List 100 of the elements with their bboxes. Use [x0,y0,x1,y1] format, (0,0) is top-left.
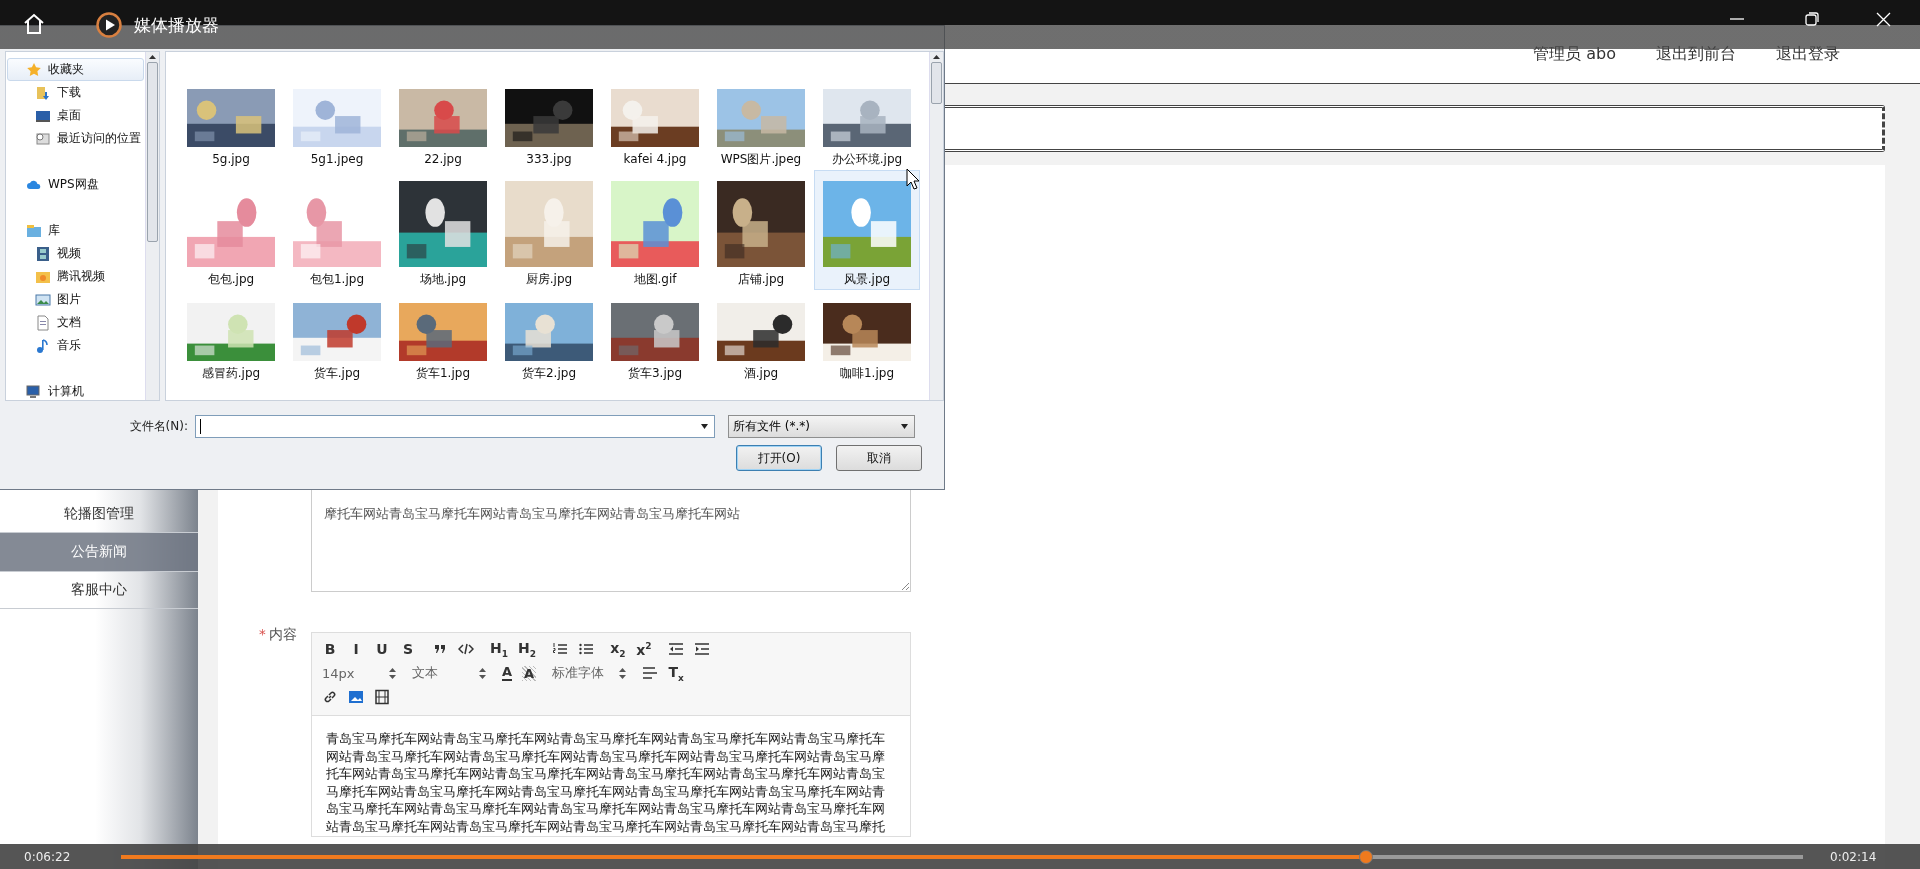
sidebar-item[interactable]: 客服中心 [0,572,198,609]
file-item[interactable]: 地图.gif [602,170,708,290]
resize-grip-icon [901,582,909,590]
file-name: 厨房.jpg [525,271,573,288]
file-item[interactable]: 包包1.jpg [284,170,390,290]
format-button[interactable]: x$_{2}$ [609,639,626,659]
format-button[interactable]: H$_{1}$ [490,639,508,659]
nav-item[interactable]: 下载 [7,81,144,104]
file-name: 包包1.jpg [310,271,364,288]
align-left-icon[interactable] [642,665,659,681]
image-icon[interactable] [348,689,364,705]
link-icon[interactable] [322,689,338,705]
numbered-list-icon[interactable] [551,641,568,657]
nav-label: 音乐 [57,337,81,354]
file-name: 货车2.jpg [522,365,576,382]
rich-text-editor[interactable] [311,632,911,837]
file-item[interactable]: 办公环境.jpg [814,76,920,170]
restore-icon[interactable] [1805,12,1819,26]
header-link[interactable]: 退出登录 [1776,43,1840,65]
file-item[interactable]: 场地.jpg [390,170,496,290]
film-icon[interactable] [374,689,390,705]
format-button[interactable]: S [400,641,416,657]
nav-item[interactable]: 最近访问的位置 [7,127,144,150]
file-name: 办公环境.jpg [831,151,903,168]
header-link[interactable]: 管理员 abo [1533,43,1616,65]
computer-icon [26,383,42,400]
file-item[interactable]: 22.jpg [390,76,496,170]
outdent-icon[interactable] [667,641,684,657]
format-button[interactable]: T$_{x}$ [668,663,685,683]
format-select[interactable]: 文本 [412,664,486,682]
file-name: 货车3.jpg [628,365,682,382]
filename-field[interactable] [195,415,715,438]
file-item[interactable]: 5g.jpg [178,76,284,170]
file-item[interactable]: 333.jpg [496,76,602,170]
nav-item[interactable]: WPS网盘 [7,173,144,196]
dialog-button[interactable]: 取消 [836,445,922,471]
indent-icon[interactable] [693,641,710,657]
nav-item[interactable]: 库 [7,219,144,242]
close-icon[interactable] [1876,12,1891,27]
nav-label: 库 [48,222,60,239]
font-color-button[interactable]: A [502,665,513,681]
scrollbar-thumb[interactable] [147,62,158,242]
file-item[interactable]: 包包.jpg [178,170,284,290]
format-button[interactable]: H$_{2}$ [518,639,536,659]
nav-item[interactable]: 视频 [7,242,144,265]
file-type-dropdown[interactable]: 所有文件 (*.*) [728,415,915,438]
nav-item[interactable]: 计算机 [7,380,144,403]
file-name: 22.jpg [424,151,462,168]
format-select[interactable]: 标准字体 [552,664,627,682]
format-button[interactable]: I [348,641,364,657]
scroll-up-icon[interactable] [933,55,940,59]
file-name: 感冒药.jpg [201,365,261,382]
nav-label: 最近访问的位置 [57,130,141,147]
format-select[interactable]: 14px [322,665,396,681]
nav-item[interactable]: 音乐 [7,334,144,357]
format-button[interactable]: U [374,641,390,657]
nav-item[interactable]: 文档 [7,311,144,334]
file-item[interactable]: 感冒药.jpg [178,290,284,384]
file-name: 包包.jpg [207,271,255,288]
scrollbar[interactable] [929,52,943,400]
remaining-time: 0:02:14 [1830,849,1878,864]
sidebar-item[interactable]: 公告新闻 [0,533,198,572]
format-button[interactable]: B [322,641,338,657]
header-link[interactable]: 退出到前台 [1656,43,1736,65]
file-item[interactable]: kafei 4.jpg [602,76,708,170]
bullet-list-icon[interactable] [577,641,594,657]
image-icon [35,291,51,308]
scroll-up-icon[interactable] [149,55,156,59]
scrollbar[interactable] [145,52,159,400]
code-icon[interactable] [458,641,474,657]
file-name: 333.jpg [526,151,572,168]
nav-item[interactable]: 腾讯视频 [7,265,144,288]
nav-label: 桌面 [57,107,81,124]
file-name: 风景.jpg [843,271,891,288]
file-item[interactable]: 厨房.jpg [496,170,602,290]
nav-item[interactable]: 收藏夹 [7,58,144,81]
scrollbar-thumb[interactable] [931,62,942,104]
dialog-button[interactable]: 打开(O) [736,445,822,471]
file-item[interactable]: 货车1.jpg [390,290,496,384]
file-item[interactable]: 货车3.jpg [602,290,708,384]
file-item[interactable]: 风景.jpg [814,170,920,290]
field-label: 文件名(N): [128,418,189,435]
file-item[interactable]: WPS图片.jpeg [708,76,814,170]
file-name: 店铺.jpg [737,271,785,288]
file-name: 5g.jpg [212,151,250,168]
editor-text: 青岛宝马摩托车网站青岛宝马摩托车网站青岛宝马摩托车网站青岛宝马摩托车网站青岛宝马摩托车网站青岛宝马摩托车网站青岛宝马摩托车网站青岛宝马摩托车网站青岛宝马摩托车网站青岛宝马摩托车网站青岛宝马摩托车网站青岛宝马摩托车网站青岛宝马摩托车网站青岛宝马摩托车网站青岛宝马摩托车网站青岛宝马摩托车网站青岛宝马摩托车网站青岛宝马摩托车网站青岛宝马摩托车网站青岛宝马摩托车网站青岛宝马摩托车网站青岛宝马摩托车网站青岛宝马摩托车网站青岛宝马摩托车网站青岛宝马摩托车网站青岛宝马摩托车网站青岛宝马摩托车网站青岛宝马摩托车网站青岛宝马摩托 [325,730,886,836]
file-name: WPS图片.jpeg [720,151,802,168]
nav-item[interactable]: 桌面 [7,104,144,127]
file-item[interactable]: 货车.jpg [284,290,390,384]
file-item[interactable]: 5g1.jpeg [284,76,390,170]
file-item[interactable]: 咖啡1.jpg [814,290,920,384]
highlight-button[interactable]: A [522,665,537,681]
film-icon [35,245,51,262]
file-item[interactable]: 货车2.jpg [496,290,602,384]
cursor-icon [906,168,920,190]
file-item[interactable]: 店铺.jpg [708,170,814,290]
file-item[interactable]: 酒.jpg [708,290,814,384]
nav-item[interactable]: 图片 [7,288,144,311]
format-button[interactable]: x$^{2}$ [635,640,652,658]
home-icon[interactable] [22,12,46,36]
